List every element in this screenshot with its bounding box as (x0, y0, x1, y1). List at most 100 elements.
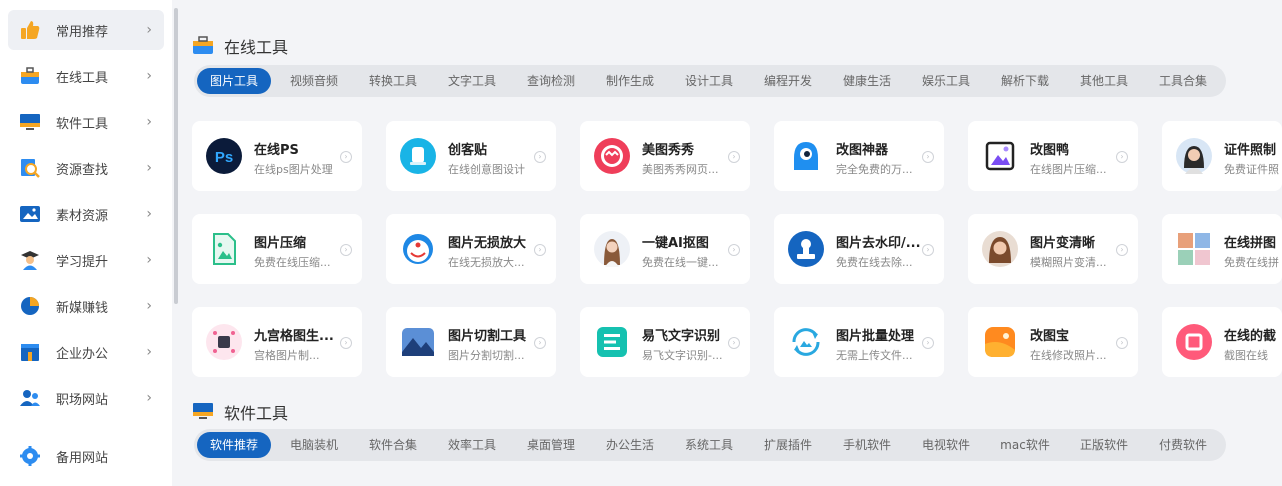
tab-pc-install[interactable]: 电脑装机 (279, 432, 349, 458)
tab-video-audio[interactable]: 视频音频 (279, 68, 349, 94)
tool-card-online-ps[interactable]: Ps 在线PS 在线ps图片处理 › (192, 121, 362, 191)
info-icon[interactable]: › (1116, 244, 1128, 256)
tool-card-image-cut[interactable]: 图片切割工具 图片分割切割... › (386, 307, 556, 377)
card-title: 图片去水印/... (836, 236, 921, 251)
info-icon[interactable]: › (1116, 151, 1128, 163)
tab-image-tools[interactable]: 图片工具 (197, 68, 271, 94)
info-icon[interactable]: › (534, 337, 546, 349)
tab-efficiency-tools[interactable]: 效率工具 (437, 432, 507, 458)
sidebar-item-recommended[interactable]: 常用推荐 › (8, 10, 164, 50)
info-icon[interactable]: › (340, 244, 352, 256)
card-desc: 在线创意图设计 (448, 163, 525, 176)
card-title: 易飞文字识别 (642, 329, 721, 344)
sidebar-item-career[interactable]: 职场网站 › (8, 378, 164, 418)
gaitubao-logo-icon (982, 324, 1018, 360)
info-icon[interactable]: › (728, 337, 740, 349)
tab-design-tools[interactable]: 设计工具 (674, 68, 744, 94)
card-desc: 易飞文字识别-... (642, 349, 723, 362)
landscape-icon (400, 324, 436, 360)
sidebar-item-label: 常用推荐 (56, 24, 109, 40)
sidebar-item-resource-search[interactable]: 资源查找 › (8, 148, 164, 188)
card-title: 美图秀秀 (642, 143, 695, 158)
tab-system-tools[interactable]: 系统工具 (674, 432, 744, 458)
sidebar-scrollbar[interactable] (174, 8, 178, 304)
card-desc: 免费在线拼 (1224, 256, 1279, 269)
monitor-icon (192, 402, 214, 422)
tab-tool-collection[interactable]: 工具合集 (1148, 68, 1218, 94)
tool-card-yifei-ocr[interactable]: 易飞文字识别 易飞文字识别-... › (580, 307, 750, 377)
card-title: 图片切割工具 (448, 329, 527, 344)
card-title: 在线拼图 (1224, 236, 1277, 251)
tab-convert-tools[interactable]: 转换工具 (358, 68, 428, 94)
tab-query-check[interactable]: 查询检测 (516, 68, 586, 94)
info-icon[interactable]: › (922, 244, 934, 256)
info-icon[interactable]: › (534, 244, 546, 256)
tool-card-watermark-remove[interactable]: 图片去水印/... 免费在线去除... › (774, 214, 944, 284)
tool-card-nine-grid[interactable]: 九宫格图生... 宫格图片制... › (192, 307, 362, 377)
info-icon[interactable]: › (728, 151, 740, 163)
tool-card-image-sharpen[interactable]: 图片变清晰 模糊照片变清... › (968, 214, 1138, 284)
tool-card-batch-process[interactable]: 图片批量处理 无需上传文件... › (774, 307, 944, 377)
sidebar-item-label: 素材资源 (56, 208, 109, 224)
tab-software-collection[interactable]: 软件合集 (358, 432, 428, 458)
tab-software-recommended[interactable]: 软件推荐 (197, 432, 271, 458)
card-desc: 模糊照片变清... (1030, 256, 1107, 269)
tab-mac-software[interactable]: mac软件 (990, 432, 1060, 458)
tab-desktop-manage[interactable]: 桌面管理 (516, 432, 586, 458)
person-cutout-icon (594, 231, 630, 267)
tool-card-chuangketie[interactable]: 创客贴 在线创意图设计 › (386, 121, 556, 191)
info-icon[interactable]: › (922, 337, 934, 349)
card-title: 一键AI抠图 (642, 236, 709, 251)
card-title: 证件照制 (1224, 143, 1277, 158)
tab-entertainment[interactable]: 娱乐工具 (911, 68, 981, 94)
sidebar-item-learning[interactable]: 学习提升 › (8, 240, 164, 280)
info-icon[interactable]: › (922, 151, 934, 163)
tool-card-gaitubao[interactable]: 改图宝 在线修改照片... › (968, 307, 1138, 377)
tool-card-image-compress[interactable]: 图片压缩 免费在线压缩... › (192, 214, 362, 284)
tab-other-tools[interactable]: 其他工具 (1069, 68, 1139, 94)
card-desc: 在线无损放大... (448, 256, 525, 269)
tab-office-life[interactable]: 办公生活 (595, 432, 665, 458)
tab-parse-download[interactable]: 解析下载 (990, 68, 1060, 94)
tool-card-ai-cutout[interactable]: 一键AI抠图 免费在线一键... › (580, 214, 750, 284)
sidebar-item-backup[interactable]: 备用网站 (8, 436, 164, 476)
tab-tv-software[interactable]: 电视软件 (911, 432, 981, 458)
sidebar-item-online-tools[interactable]: 在线工具 › (8, 56, 164, 96)
sidebar-item-new-media[interactable]: 新媒赚钱 › (8, 286, 164, 326)
tool-card-gaituya[interactable]: 改图鸭 在线图片压缩... › (968, 121, 1138, 191)
tab-create-generate[interactable]: 制作生成 (595, 68, 665, 94)
info-icon[interactable]: › (728, 244, 740, 256)
info-icon[interactable]: › (340, 337, 352, 349)
sidebar-item-office[interactable]: 企业办公 › (8, 332, 164, 372)
card-title: 改图鸭 (1030, 143, 1070, 158)
tool-card-online-collage[interactable]: 在线拼图 免费在线拼 (1162, 214, 1282, 284)
office-icon (18, 340, 42, 364)
tab-health-life[interactable]: 健康生活 (832, 68, 902, 94)
sidebar-item-label: 在线工具 (56, 70, 109, 86)
tool-card-lossless-upscale[interactable]: 图片无损放大 在线无损放大... › (386, 214, 556, 284)
info-icon[interactable]: › (534, 151, 546, 163)
tool-card-id-photo[interactable]: 证件照制 免费证件照 (1162, 121, 1282, 191)
sidebar-item-software-tools[interactable]: 软件工具 › (8, 102, 164, 142)
section-title-software-tools: 软件工具 (192, 400, 288, 424)
card-desc: 宫格图片制... (254, 349, 320, 362)
svg-text:Ps: Ps (215, 149, 233, 166)
tab-text-tools[interactable]: 文字工具 (437, 68, 507, 94)
tab-licensed-software[interactable]: 正版软件 (1069, 432, 1139, 458)
tool-card-meitu[interactable]: 美图秀秀 美图秀秀网页... › (580, 121, 750, 191)
toolbox-icon (192, 36, 214, 56)
sidebar-item-material[interactable]: 素材资源 › (8, 194, 164, 234)
card-title: 图片变清晰 (1030, 236, 1096, 251)
tab-paid-software[interactable]: 付费软件 (1148, 432, 1218, 458)
tab-programming[interactable]: 编程开发 (753, 68, 823, 94)
card-title: 改图宝 (1030, 329, 1070, 344)
card-desc: 免费证件照 (1224, 163, 1279, 176)
tab-extensions[interactable]: 扩展插件 (753, 432, 823, 458)
tool-card-gaitushenqi[interactable]: 改图神器 完全免费的万... › (774, 121, 944, 191)
info-icon[interactable]: › (340, 151, 352, 163)
tab-mobile-software[interactable]: 手机软件 (832, 432, 902, 458)
section-title-label: 在线工具 (224, 38, 289, 57)
tool-card-online-screenshot[interactable]: 在线的截 截图在线 (1162, 307, 1282, 377)
info-icon[interactable]: › (1116, 337, 1128, 349)
stamp-icon (788, 231, 824, 267)
